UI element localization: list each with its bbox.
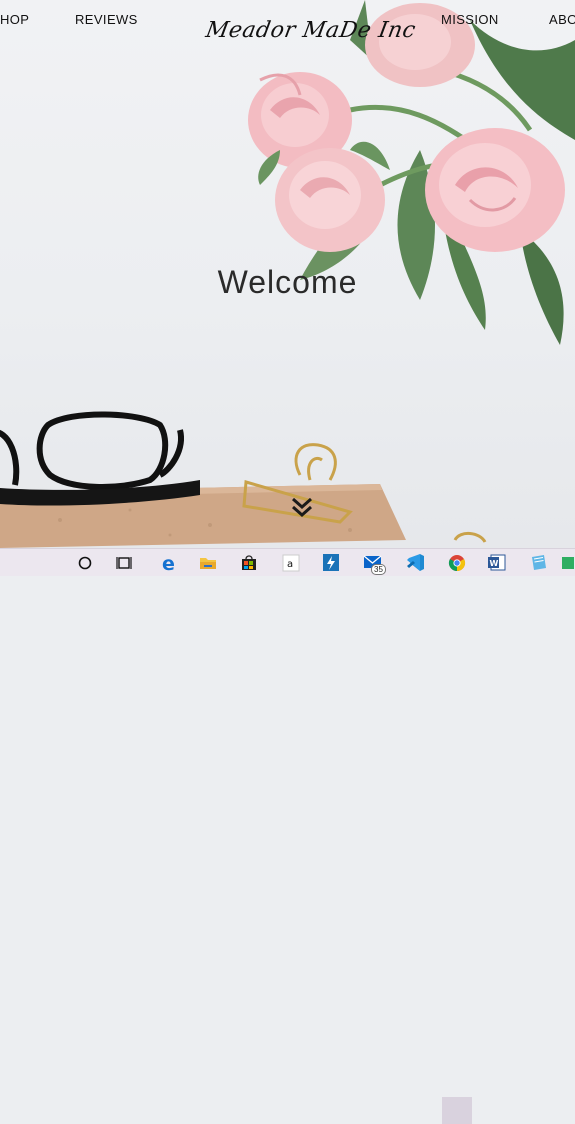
amazon-icon[interactable]: a xyxy=(279,551,303,574)
svg-text:a: a xyxy=(287,559,293,570)
nav-link-reviews[interactable]: REVIEWS xyxy=(75,12,138,27)
svg-text:W: W xyxy=(490,559,499,568)
svg-text:e: e xyxy=(162,553,175,574)
chrome-icon[interactable] xyxy=(445,551,469,574)
cortana-search-icon[interactable] xyxy=(73,551,97,574)
edge-icon[interactable]: e xyxy=(157,551,181,574)
bolt-icon[interactable] xyxy=(319,551,343,574)
vscode-icon[interactable] xyxy=(403,551,427,574)
desk-scene-image xyxy=(0,411,487,548)
folder-icon[interactable] xyxy=(196,551,220,574)
nav-link-shop[interactable]: HOP xyxy=(0,12,29,27)
site-logo[interactable]: Meador MaDe Inc xyxy=(204,18,418,43)
app-icon[interactable] xyxy=(560,551,575,574)
store-icon[interactable] xyxy=(237,551,261,574)
active-app-highlight xyxy=(442,1097,472,1124)
windows-taskbar: e a 35 W xyxy=(0,548,575,1124)
nav-link-about[interactable]: ABO xyxy=(549,12,575,27)
task-view-icon[interactable] xyxy=(112,551,136,574)
hero-section: HOP REVIEWS Meador MaDe Inc MISSION ABO … xyxy=(0,0,575,548)
mail-unread-badge: 35 xyxy=(371,564,386,575)
top-nav: HOP REVIEWS Meador MaDe Inc MISSION ABO xyxy=(0,12,575,43)
word-icon[interactable]: W xyxy=(485,551,509,574)
hero-title: Welcome xyxy=(217,264,358,300)
nav-link-mission[interactable]: MISSION xyxy=(441,12,499,27)
double-chevron-down-icon[interactable] xyxy=(289,494,315,520)
notepad-icon[interactable] xyxy=(527,551,551,574)
mail-icon[interactable]: 35 xyxy=(361,551,386,575)
